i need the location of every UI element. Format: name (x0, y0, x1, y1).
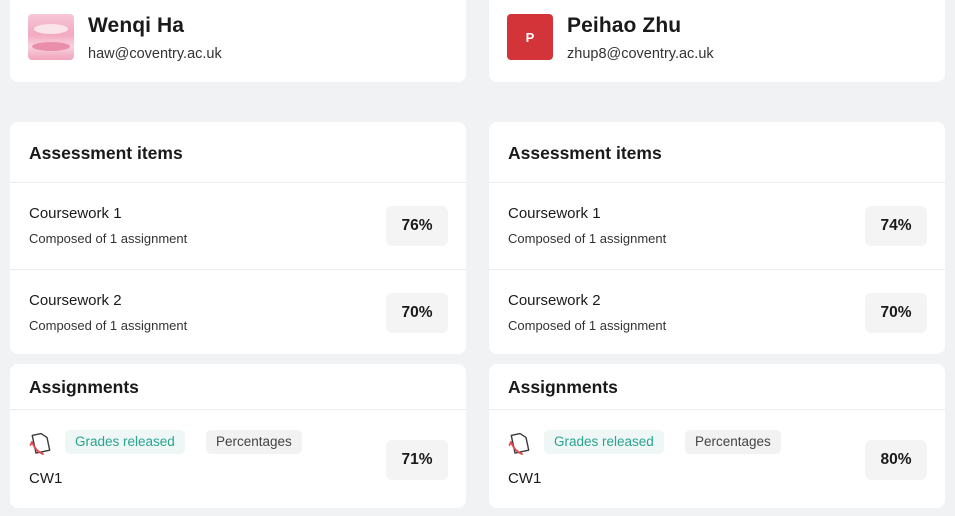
student-name: Wenqi Ha (88, 14, 185, 37)
item-title: Coursework 2 (29, 292, 122, 309)
document-icon (29, 432, 51, 455)
item-title: Coursework 1 (29, 205, 122, 222)
assessment-item-coursework-2[interactable]: Coursework 2 Composed of 1 assignment 70… (10, 270, 466, 356)
item-subtitle: Composed of 1 assignment (29, 318, 188, 333)
item-subtitle: Composed of 1 assignment (29, 231, 188, 246)
assessment-item-coursework-1[interactable]: Coursework 1 Composed of 1 assignment 76… (10, 183, 466, 269)
assignments-title: Assignments (29, 377, 139, 397)
status-badge: Grades released (544, 430, 664, 454)
item-subtitle: Composed of 1 assignment (508, 318, 667, 333)
assignment-row-cw1[interactable]: Grades released Percentages CW1 71% (10, 410, 466, 508)
avatar (28, 14, 74, 60)
assessment-items-title: Assessment items (29, 143, 183, 163)
avatar: P (507, 14, 553, 60)
assessment-item-coursework-2[interactable]: Coursework 2 Composed of 1 assignment 70… (489, 270, 945, 356)
assessment-items-title: Assessment items (508, 143, 662, 163)
item-title: Coursework 1 (508, 205, 601, 222)
status-badge: Grades released (65, 430, 185, 454)
grade-percentage: 70% (386, 293, 448, 333)
student-profile-card[interactable]: Wenqi Ha haw@coventry.ac.uk (10, 0, 466, 82)
assignments-card: Assignments Grades released Percentages … (10, 364, 466, 508)
assessment-item-coursework-1[interactable]: Coursework 1 Composed of 1 assignment 74… (489, 183, 945, 269)
item-title: Coursework 2 (508, 292, 601, 309)
format-badge: Percentages (206, 430, 302, 454)
grade-percentage: 76% (386, 206, 448, 246)
assignment-name: CW1 (29, 470, 63, 487)
assignments-title: Assignments (508, 377, 618, 397)
grade-percentage: 74% (865, 206, 927, 246)
grade-percentage: 80% (865, 440, 927, 480)
assignment-name: CW1 (508, 470, 542, 487)
item-subtitle: Composed of 1 assignment (508, 231, 667, 246)
assignment-row-cw1[interactable]: Grades released Percentages CW1 80% (489, 410, 945, 508)
assessment-items-card: Assessment items Coursework 1 Composed o… (489, 122, 945, 354)
student-profile-card[interactable]: P Peihao Zhu zhup8@coventry.ac.uk (489, 0, 945, 82)
grade-percentage: 71% (386, 440, 448, 480)
assignments-card: Assignments Grades released Percentages … (489, 364, 945, 508)
student-email: haw@coventry.ac.uk (88, 46, 222, 62)
student-email: zhup8@coventry.ac.uk (567, 46, 714, 62)
format-badge: Percentages (685, 430, 781, 454)
student-name: Peihao Zhu (567, 14, 682, 37)
assessment-items-card: Assessment items Coursework 1 Composed o… (10, 122, 466, 354)
document-icon (508, 432, 530, 455)
grade-percentage: 70% (865, 293, 927, 333)
